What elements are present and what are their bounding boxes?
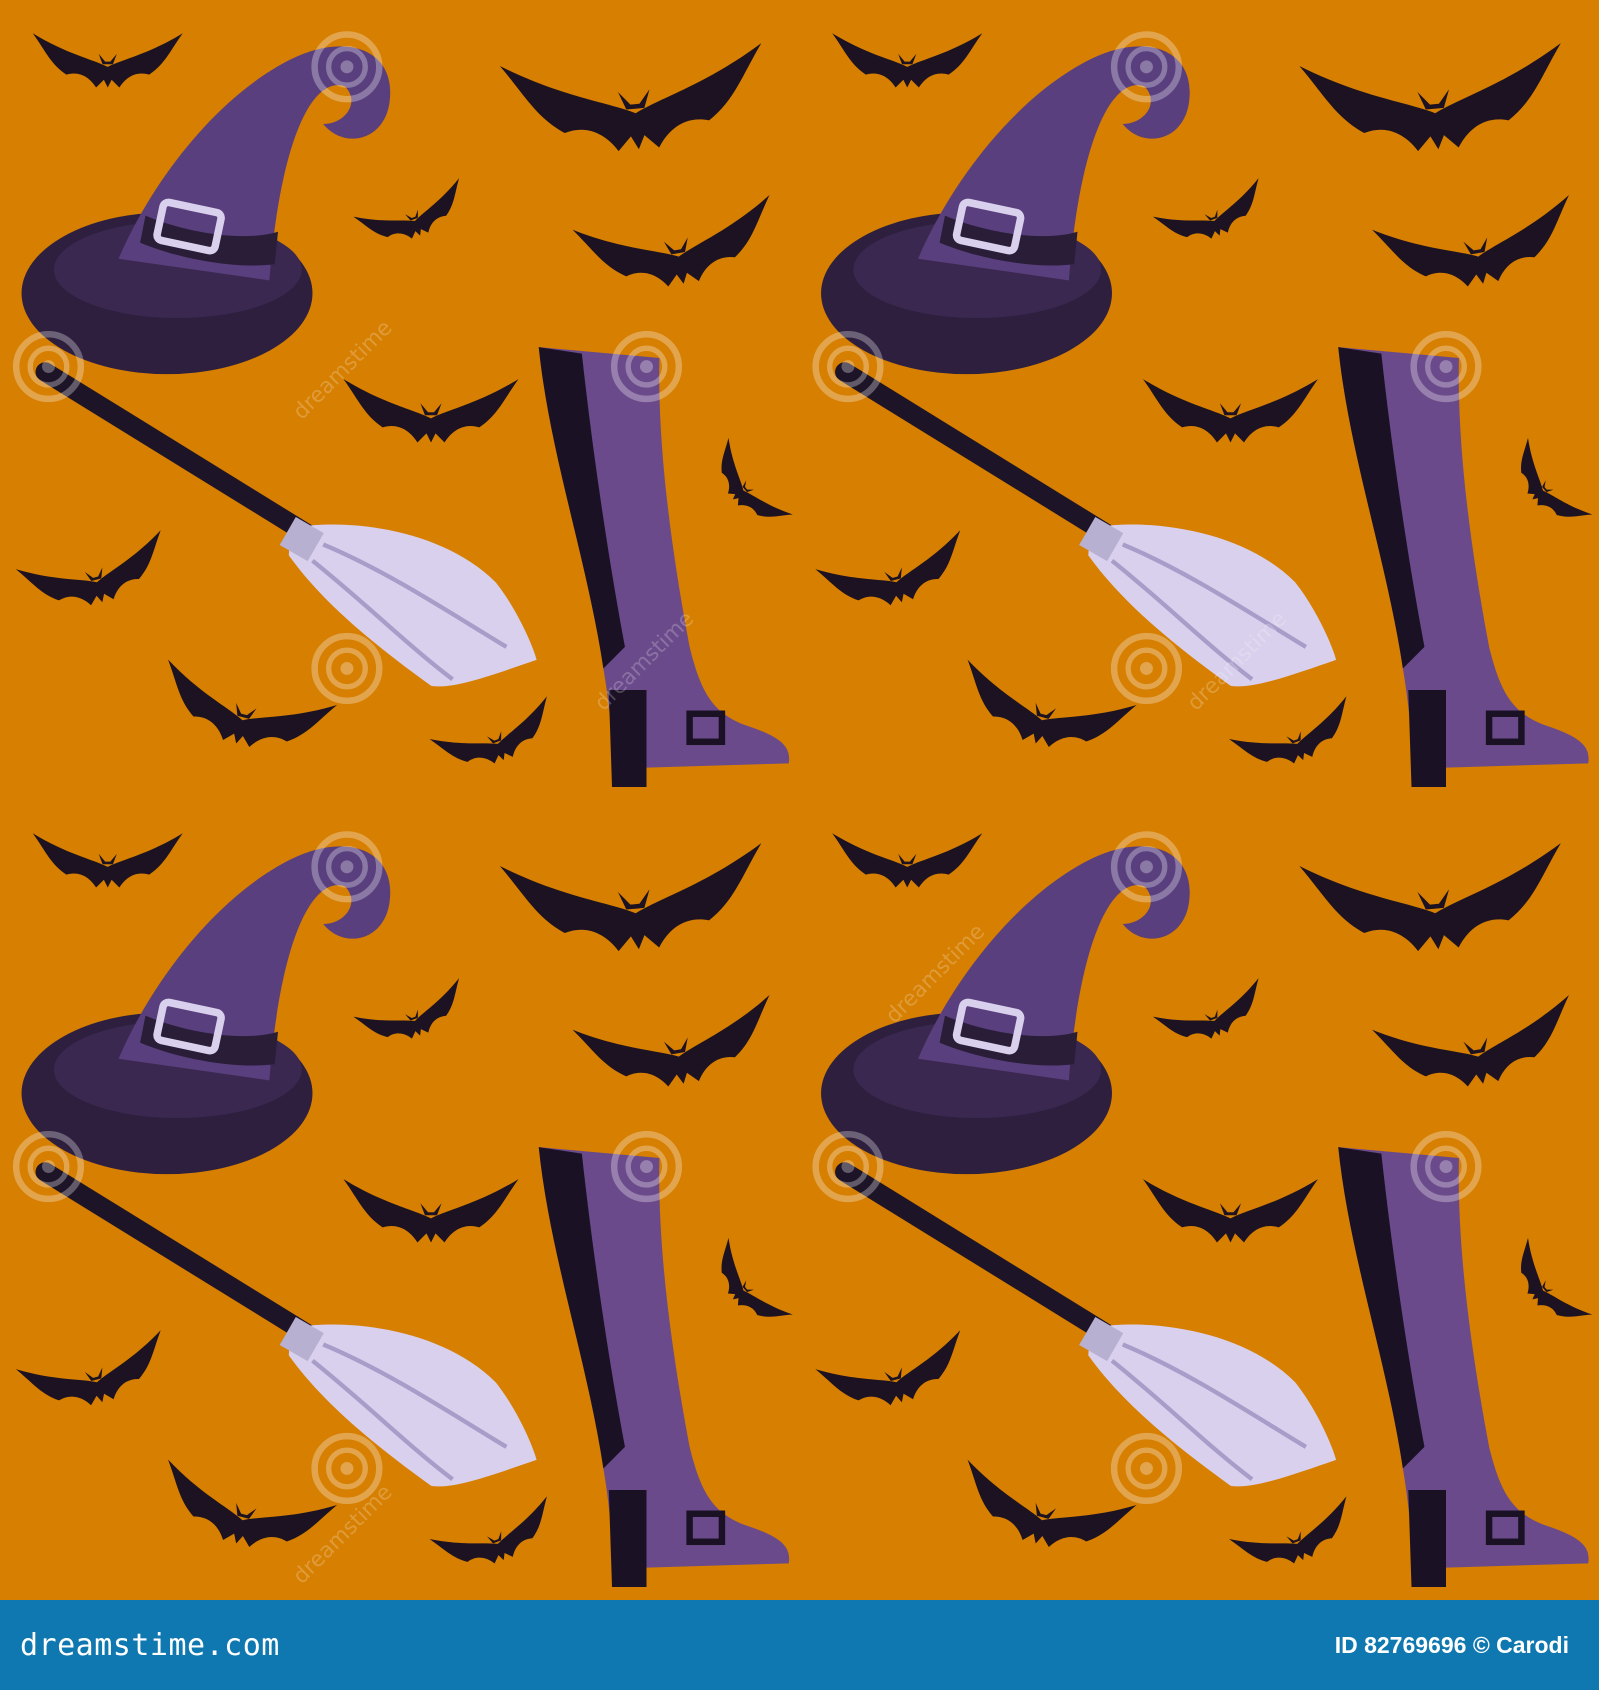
halloween-pattern-illustration: dreamstime dreamstime dreamstime dreamst… [0,0,1599,1600]
footer-bar: dreamstime.com ID 82769696 © Carodi [0,1600,1599,1690]
image-credit: ID 82769696 © Carodi [1334,1632,1569,1658]
dreamstime-logo[interactable]: dreamstime.com [20,1628,280,1663]
